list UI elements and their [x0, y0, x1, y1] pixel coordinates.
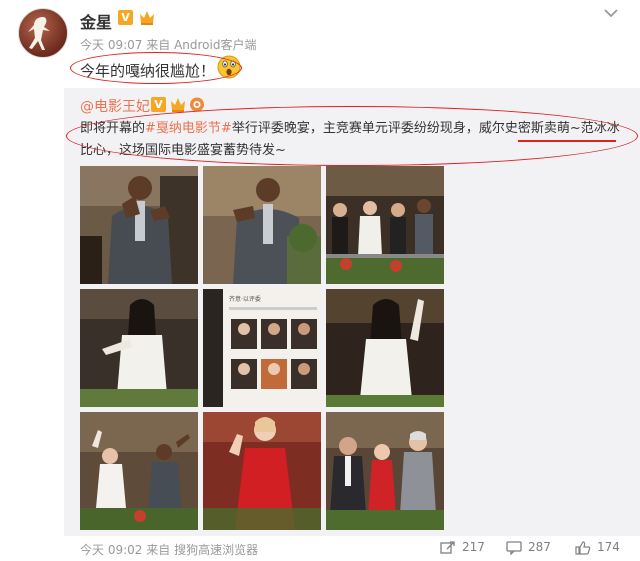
- photo-fan-bingbing-wave[interactable]: [326, 289, 444, 407]
- post-source[interactable]: Android客户端: [174, 38, 256, 52]
- member-badge-icon[interactable]: [138, 9, 156, 26]
- post-source-prefix: 来自: [146, 38, 171, 52]
- like-count: 174: [597, 540, 620, 554]
- repost-timestamp[interactable]: 今天 09:02: [80, 543, 142, 557]
- comment-icon: [506, 540, 522, 556]
- repost-source-prefix: 来自: [146, 543, 171, 557]
- repost-icon: [440, 540, 455, 554]
- member-badge-icon[interactable]: [170, 96, 186, 113]
- post-meta: 今天 09:07 来自 Android客户端: [80, 36, 256, 53]
- photo-fan-bingbing-heart[interactable]: [80, 289, 198, 407]
- repost-author[interactable]: @电影王妃: [80, 96, 150, 116]
- username[interactable]: 金星: [80, 9, 112, 33]
- repost-source[interactable]: 搜狗高速浏览器: [174, 543, 258, 557]
- annotation-circle: [66, 106, 638, 166]
- like-icon: [575, 540, 591, 555]
- photo-jury-waving[interactable]: [80, 412, 198, 530]
- like-button[interactable]: 174: [575, 540, 620, 555]
- repost-meta: 今天 09:02 来自 搜狗高速浏览器: [80, 541, 258, 558]
- chevron-down-icon[interactable]: [602, 6, 620, 20]
- photo-jury-group[interactable]: [326, 166, 444, 284]
- verified-badge: V: [118, 10, 133, 25]
- post-timestamp[interactable]: 今天 09:07: [80, 38, 142, 52]
- repost-count: 217: [462, 540, 485, 554]
- repost-button[interactable]: 217: [440, 540, 485, 555]
- photo-red-dress[interactable]: [203, 412, 321, 530]
- photo-will-smith-2[interactable]: [203, 166, 321, 284]
- svg-text:齐意·以评委: 齐意·以评委: [229, 295, 261, 303]
- photo-will-smith-1[interactable]: [80, 166, 198, 284]
- comment-count: 287: [528, 540, 551, 554]
- avatar[interactable]: [18, 8, 68, 58]
- repost-verified-badge: V: [151, 97, 166, 112]
- annotation-circle: [70, 52, 242, 84]
- photo-jury-grid[interactable]: 齐意·以评委: [203, 289, 321, 407]
- weibo-post-card: 金星 V 今天 09:07 来自 Android客户端 今年的嘎纳很尴尬！ @电…: [0, 0, 640, 561]
- annotation-underline: [518, 140, 616, 142]
- photo-jury-trio[interactable]: [326, 412, 444, 530]
- comment-button[interactable]: 287: [506, 540, 551, 556]
